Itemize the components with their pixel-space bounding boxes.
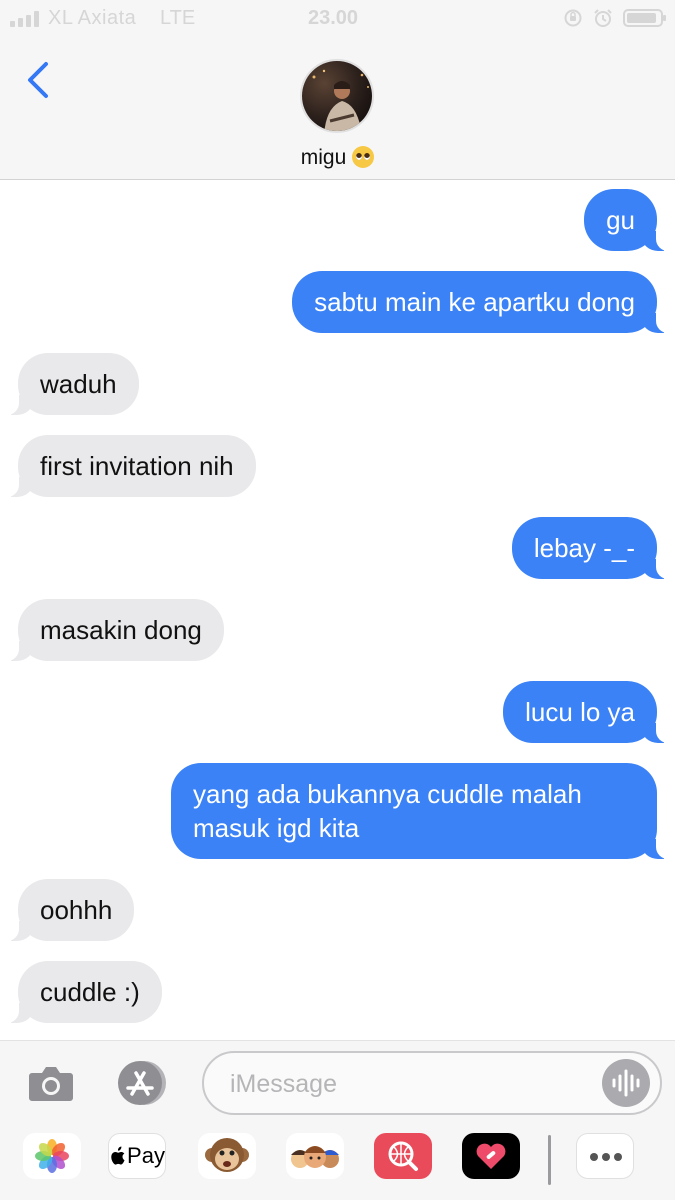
message-text: waduh: [40, 369, 117, 399]
web-search-app-button[interactable]: [374, 1133, 432, 1179]
message-text: oohhh: [40, 895, 113, 925]
app-store-icon: [118, 1061, 166, 1105]
rotation-lock-icon: [564, 9, 582, 27]
carrier-name: XL Axiata: [48, 7, 137, 29]
status-icons: [563, 8, 666, 28]
back-button[interactable]: [20, 58, 60, 102]
message-bubble-received[interactable]: waduh: [5, 353, 139, 415]
photos-app-icon: [35, 1139, 69, 1173]
audio-waveform-icon: [612, 1069, 640, 1097]
digital-touch-button[interactable]: [462, 1133, 520, 1179]
message-bubble-sent[interactable]: lucu lo ya: [503, 681, 670, 743]
web-search-app-icon: [388, 1141, 418, 1171]
message-text: first invitation nih: [40, 451, 234, 481]
avatar-photo: [302, 61, 372, 131]
memoji-button[interactable]: [286, 1133, 344, 1179]
apple-pay-button[interactable]: Pay: [108, 1133, 166, 1179]
contact-name[interactable]: migu: [0, 146, 675, 170]
message-bubble-received[interactable]: masakin dong: [5, 599, 224, 661]
message-text-line: masuk igd kita: [193, 813, 360, 843]
battery-level: [627, 13, 656, 23]
imessage-input[interactable]: [230, 1065, 590, 1103]
message-text: gu: [606, 205, 635, 235]
message-text: lebay -_-: [533, 533, 635, 563]
photos-app-button[interactable]: [23, 1133, 81, 1179]
conversation-header: XL Axiata LTE 23.00 migu: [0, 0, 675, 180]
message-bubble-sent[interactable]: lebay -_-: [511, 517, 671, 579]
message-text: masakin dong: [40, 615, 202, 645]
message-text: sabtu main ke apartku dong: [314, 287, 635, 317]
message-composer: Pay: [0, 1040, 675, 1200]
apple-pay-label: Pay: [127, 1143, 165, 1168]
camera-icon: [29, 1067, 73, 1101]
animoji-button[interactable]: [198, 1133, 256, 1179]
camera-button[interactable]: [28, 1063, 74, 1103]
apple-logo-icon: [111, 1146, 125, 1165]
message-text-line: yang ada bukannya cuddle malah: [193, 779, 582, 809]
animoji-monkey-icon: [205, 1138, 249, 1172]
message-bubble-sent[interactable]: gu: [584, 189, 670, 251]
network-type: LTE: [160, 7, 196, 29]
message-bubble-received[interactable]: first invitation nih: [5, 435, 256, 497]
contact-name-text: migu: [300, 146, 347, 169]
message-bubble-sent[interactable]: yang ada bukannya cuddle malah masuk igd…: [171, 763, 670, 859]
message-text: cuddle :): [40, 977, 140, 1007]
battery-icon: [623, 9, 666, 27]
message-bubble-received[interactable]: oohhh: [4, 879, 135, 941]
memoji-icon: [291, 1146, 339, 1168]
status-time: 23.00: [308, 7, 359, 29]
status-bar: XL Axiata LTE 23.00: [0, 0, 675, 38]
chevron-left-icon: [28, 62, 48, 98]
message-bubble-sent[interactable]: sabtu main ke apartku dong: [292, 271, 670, 333]
app-store-button[interactable]: [114, 1059, 170, 1107]
signal-strength-icon: [10, 11, 39, 27]
digital-touch-heart-icon: [476, 1143, 506, 1169]
alarm-icon: [594, 9, 612, 27]
message-bubble-received[interactable]: cuddle :): [5, 961, 162, 1023]
audio-message-button[interactable]: [602, 1059, 650, 1107]
imessage-input-container: [202, 1051, 662, 1115]
message-text: lucu lo ya: [525, 697, 635, 727]
app-drawer-divider: [548, 1135, 551, 1185]
more-apps-icon: [590, 1153, 622, 1161]
app-drawer: Pay: [0, 1133, 675, 1193]
more-apps-button[interactable]: [576, 1133, 634, 1179]
pleading-face-emoji: [352, 146, 375, 168]
contact-avatar[interactable]: [300, 59, 374, 133]
